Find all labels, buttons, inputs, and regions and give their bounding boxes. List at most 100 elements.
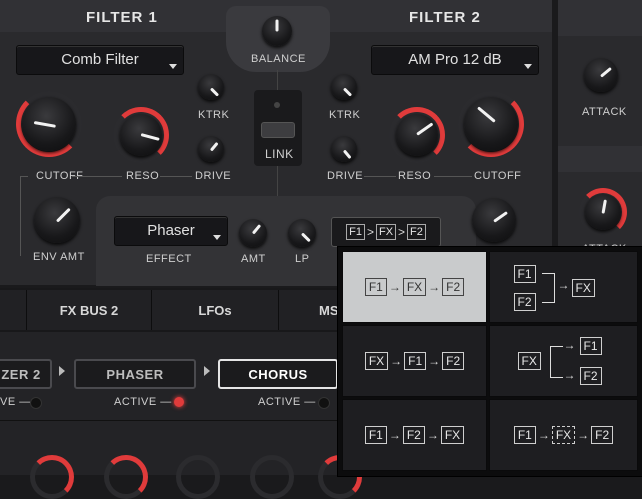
- label-f1: F1: [513, 426, 536, 444]
- filter2-title: FILTER 2: [409, 9, 481, 26]
- label-f1: F1: [404, 352, 427, 370]
- bottom-knob-ring-1: [30, 455, 74, 499]
- filter2-drive-label: DRIVE: [327, 170, 364, 182]
- effect-lp-label: LP: [295, 253, 310, 265]
- filter1-title: FILTER 1: [86, 9, 158, 26]
- effect-value: Phaser: [147, 222, 195, 239]
- arrow-right-icon: →: [557, 278, 570, 292]
- balance-indicator: [275, 19, 279, 32]
- active-label-1: VE —: [0, 396, 31, 408]
- right-panel-header: [558, 0, 642, 36]
- arrow-right-icon: →: [428, 354, 441, 368]
- filter2-cutoff-knob[interactable]: [464, 97, 518, 151]
- attack-label: ATTACK: [582, 106, 627, 118]
- effect-label: EFFECT: [146, 253, 192, 265]
- connector-line-mid3: [364, 176, 396, 177]
- filter1-reso-label: RESO: [126, 170, 160, 182]
- label-f2: F2: [591, 426, 614, 444]
- filter2-reso-label: RESO: [398, 170, 432, 182]
- connector-line-mid4: [434, 176, 472, 177]
- active-label-3: ACTIVE —: [258, 396, 316, 408]
- active-led-3[interactable]: [318, 397, 330, 409]
- label-f1: F1: [579, 337, 602, 355]
- routing-option-f1-fx-f2-dashed[interactable]: F1 → FX → F2: [489, 399, 638, 471]
- tab-lfos[interactable]: LFOs: [152, 290, 279, 330]
- bottom-knob-ring-4: [250, 455, 294, 499]
- arrow-right-icon: →: [428, 280, 441, 294]
- label-fx: FX: [517, 352, 541, 370]
- balance-label: BALANCE: [251, 53, 306, 65]
- tab-fx-bus-2[interactable]: FX BUS 2: [27, 290, 152, 330]
- label-f1: F1: [364, 278, 387, 296]
- label-fx: FX: [571, 279, 595, 297]
- label-f2: F2: [513, 293, 536, 311]
- arrow-right-icon: →: [390, 354, 403, 368]
- routing-option-f1-f2-fx[interactable]: F1 → F2 → FX: [342, 399, 487, 471]
- tab-blank[interactable]: [0, 290, 27, 330]
- split-diagram: FX → → F1 F2: [514, 334, 614, 388]
- bottom-knob-ring-3: [176, 455, 220, 499]
- chevron-down-icon: [524, 64, 532, 69]
- filter1-drive-label: DRIVE: [195, 170, 232, 182]
- parallel-diagram: F1 F2 → FX: [513, 261, 614, 313]
- label-f2: F2: [402, 426, 425, 444]
- bottom-knob-ring-2: [104, 455, 148, 499]
- routing-option-f1-fx-f2[interactable]: F1 → FX → F2: [342, 251, 487, 323]
- link-toggle[interactable]: [261, 122, 295, 138]
- effect-amt-label: AMT: [241, 253, 266, 265]
- arrow-right-icon: →: [563, 368, 576, 382]
- routing-button[interactable]: F1 > FX > F2: [331, 217, 441, 247]
- chevron-down-icon: [169, 64, 177, 69]
- connector-line-mid1: [72, 176, 122, 177]
- routing-arrow-icon: >: [398, 225, 406, 239]
- label-f2: F2: [442, 278, 465, 296]
- active-label-2: ACTIVE —: [114, 396, 172, 408]
- filter2-cutoff-label: CUTOFF: [474, 170, 522, 182]
- link-label: LINK: [265, 147, 294, 161]
- filter2-type-value: AM Pro 12 dB: [408, 51, 502, 68]
- active-led-1[interactable]: [30, 397, 42, 409]
- label-fx: FX: [440, 426, 465, 444]
- arrow-right-icon: →: [577, 428, 590, 442]
- bottom-divider: [0, 420, 340, 421]
- connector-line-left: [20, 176, 28, 177]
- env-amt-label: ENV AMT: [33, 251, 85, 263]
- chain-arrow-icon: [204, 366, 210, 376]
- filter1-type-dropdown[interactable]: Comb Filter: [16, 45, 184, 75]
- active-led-2[interactable]: [174, 397, 184, 407]
- label-f2: F2: [442, 352, 465, 370]
- arrow-right-icon: →: [563, 338, 576, 352]
- label-fx: FX: [364, 352, 389, 370]
- effect-dropdown[interactable]: Phaser: [114, 216, 228, 246]
- routing-option-fx-parallel-f1-f2[interactable]: FX → → F1 F2: [489, 325, 638, 397]
- fx-chain-item-chorus[interactable]: CHORUS: [218, 359, 338, 389]
- routing-arrow-icon: >: [366, 225, 374, 239]
- merge-bracket-icon: [541, 273, 555, 303]
- arrow-right-icon: →: [388, 280, 401, 294]
- label-fx: FX: [402, 278, 427, 296]
- fx-chain-item-equalizer[interactable]: ZER 2: [0, 359, 52, 389]
- label-f2: F2: [579, 367, 602, 385]
- arrow-right-icon: →: [537, 428, 550, 442]
- routing-option-f1-f2-parallel-fx[interactable]: F1 F2 → FX: [489, 251, 638, 323]
- routing-fx: FX: [375, 224, 397, 240]
- right-panel-header2: [558, 146, 642, 172]
- chevron-down-icon: [213, 235, 221, 240]
- link-led: [274, 102, 280, 108]
- arrow-right-icon: →: [426, 428, 439, 442]
- routing-f1: F1: [346, 224, 365, 240]
- fx-chain-item-phaser[interactable]: PHASER: [74, 359, 196, 389]
- split-bracket-icon: [549, 346, 563, 378]
- routing-option-fx-f1-f2[interactable]: FX → F1 → F2: [342, 325, 487, 397]
- filter2-type-dropdown[interactable]: AM Pro 12 dB: [371, 45, 539, 75]
- label-f1: F1: [513, 265, 536, 283]
- label-fx: FX: [551, 426, 576, 444]
- connector-line-mid2: [160, 176, 192, 177]
- filter2-ktrk-label: KTRK: [329, 109, 361, 121]
- chain-arrow-icon: [59, 366, 65, 376]
- env-amt-bracket: [20, 176, 21, 256]
- arrow-right-icon: →: [388, 428, 401, 442]
- routing-f2: F2: [407, 224, 426, 240]
- filter1-type-value: Comb Filter: [61, 51, 139, 68]
- filter1-ktrk-label: KTRK: [198, 109, 230, 121]
